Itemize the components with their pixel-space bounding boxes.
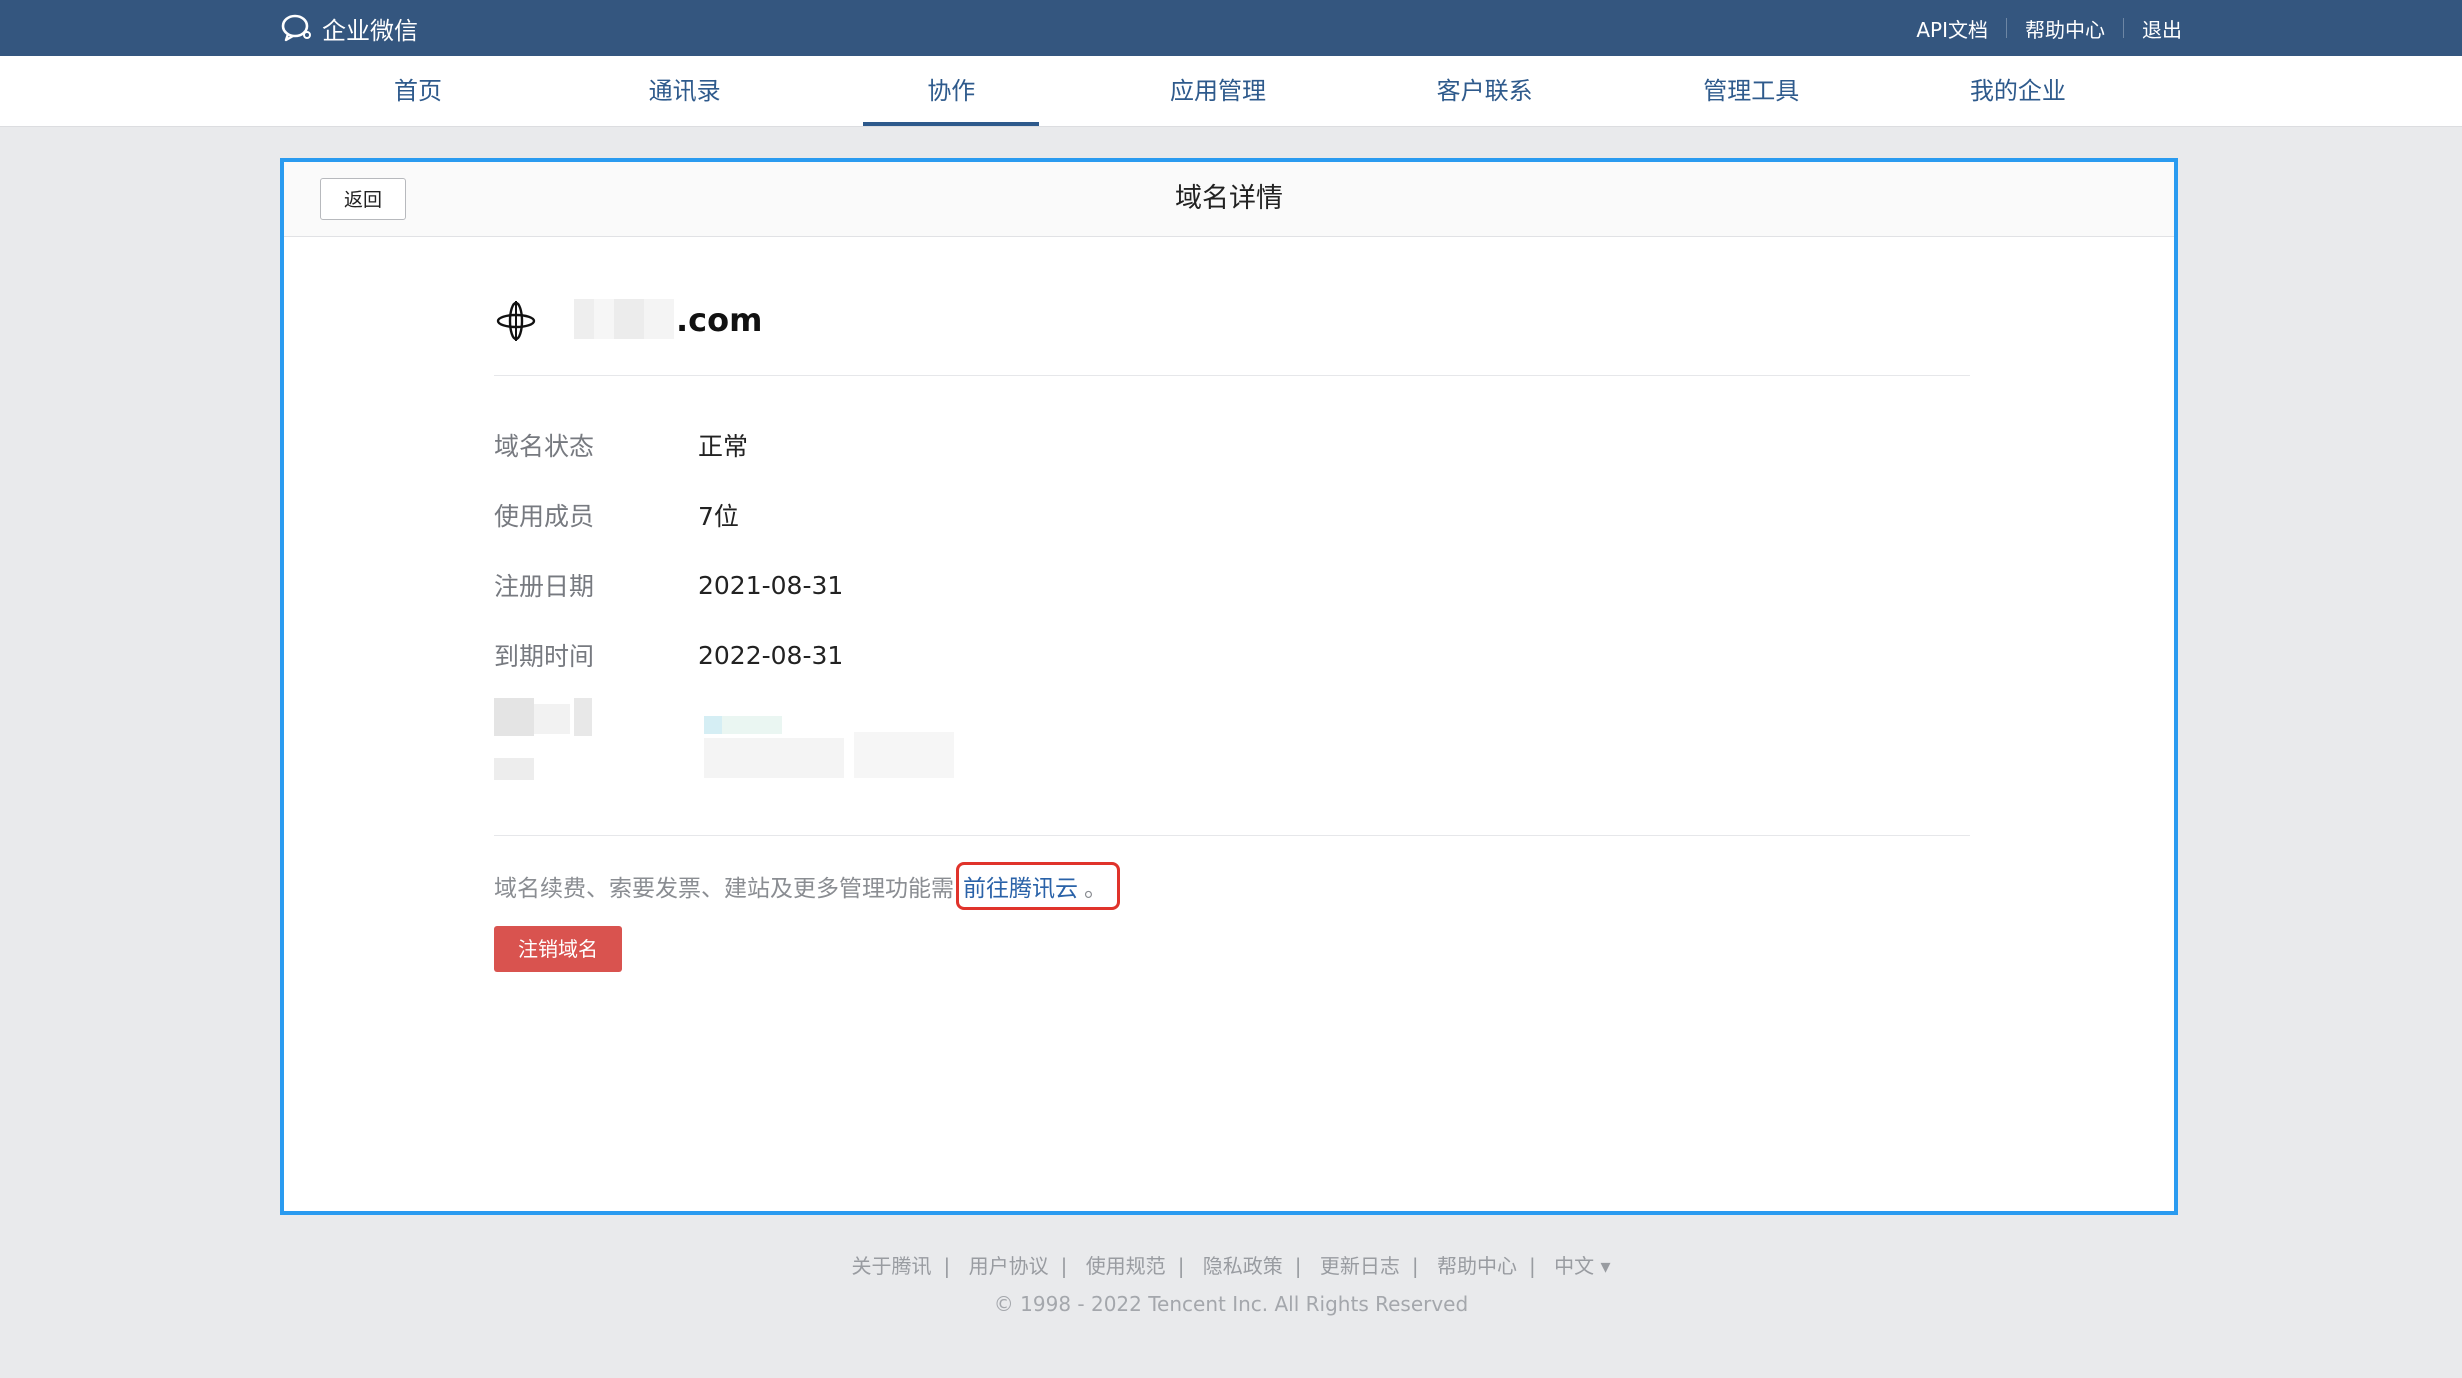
section-divider (494, 835, 1970, 836)
info-value: 7位 (698, 502, 739, 531)
info-label: 到期时间 (494, 642, 595, 671)
info-label: 域名状态 (494, 432, 595, 461)
nav-home[interactable]: 首页 (330, 56, 506, 126)
info-row-registration-date: 注册日期 2021-08-31 (494, 550, 1494, 620)
main-nav: 首页 通讯录 协作 应用管理 客户联系 管理工具 我的企业 (0, 56, 2462, 127)
domain-suffix: .com (676, 301, 763, 339)
domain-info-list: 域名状态 正常 使用成员 7位 注册日期 2021-08-31 到期时间 202… (494, 410, 1494, 690)
footer-about[interactable]: 关于腾讯 (851, 1254, 931, 1278)
brand-name: 企业微信 (322, 16, 418, 45)
info-row-expiry-date: 到期时间 2022-08-31 (494, 620, 1494, 690)
link-label: 前往腾讯云 (963, 876, 1078, 902)
redacted-domain (574, 299, 674, 339)
info-row-members: 使用成员 7位 (494, 480, 1494, 550)
info-value: 正常 (698, 432, 749, 461)
info-value: 2022-08-31 (698, 640, 844, 670)
nav-management-tools[interactable]: 管理工具 (1663, 56, 1839, 126)
footer-usage-rules[interactable]: 使用规范 (1086, 1254, 1166, 1278)
nav-collaboration[interactable]: 协作 (863, 56, 1040, 126)
domain-name-row: .com (494, 287, 1970, 376)
info-label: 注册日期 (494, 572, 595, 601)
footer-privacy[interactable]: 隐私政策 (1203, 1254, 1283, 1278)
top-bar: 企业微信 API文档 帮助中心 退出 (0, 0, 2462, 56)
info-label: 使用成员 (494, 502, 595, 531)
nav-app-management[interactable]: 应用管理 (1130, 56, 1306, 126)
nav-customer-contact[interactable]: 客户联系 (1397, 56, 1573, 126)
page-title: 域名详情 (1175, 183, 1283, 214)
cancel-domain-button[interactable]: 注销域名 (494, 926, 622, 972)
copyright: © 1998 - 2022 Tencent Inc. All Rights Re… (993, 1292, 1469, 1316)
panel-header: 域名详情 返回 (284, 162, 2174, 237)
domain-detail-panel: 域名详情 返回 .com 域名状态 正常 使用成员 7位 注册日期 2021-0… (280, 158, 2178, 1215)
top-links: API文档 帮助中心 退出 (1916, 0, 2182, 56)
api-docs-link[interactable]: API文档 (1916, 14, 1988, 43)
help-center-link[interactable]: 帮助中心 (2025, 14, 2105, 43)
renewal-hint: 域名续费、索要发票、建站及更多管理功能需 前往腾讯云。 (494, 862, 1120, 910)
goto-tencent-cloud-link[interactable]: 前往腾讯云。 (956, 862, 1120, 910)
redacted-info (494, 698, 1194, 808)
info-row-status: 域名状态 正常 (494, 410, 1494, 480)
footer-changelog[interactable]: 更新日志 (1320, 1254, 1400, 1278)
info-value: 2021-08-31 (698, 570, 844, 600)
domain-globe-icon (494, 299, 538, 347)
hint-text: 域名续费、索要发票、建站及更多管理功能需 (494, 876, 954, 902)
language-selector[interactable]: 中文 ▾ (1554, 1254, 1610, 1278)
divider (2006, 18, 2007, 38)
brand[interactable]: 企业微信 (280, 0, 418, 56)
footer-help-center[interactable]: 帮助中心 (1437, 1254, 1517, 1278)
nav-my-enterprise[interactable]: 我的企业 (1930, 56, 2106, 126)
hint-end: 。 (1084, 876, 1107, 902)
footer-user-agreement[interactable]: 用户协议 (969, 1254, 1049, 1278)
back-button[interactable]: 返回 (320, 178, 406, 220)
footer-links: 关于腾讯 | 用户协议 | 使用规范 | 隐私政策 | 更新日志 | 帮助中心 | 中文 ▾ (851, 1254, 1611, 1278)
wecom-logo-icon (280, 13, 314, 43)
logout-link[interactable]: 退出 (2142, 14, 2182, 43)
nav-contacts[interactable]: 通讯录 (597, 56, 773, 126)
divider (2123, 18, 2124, 38)
